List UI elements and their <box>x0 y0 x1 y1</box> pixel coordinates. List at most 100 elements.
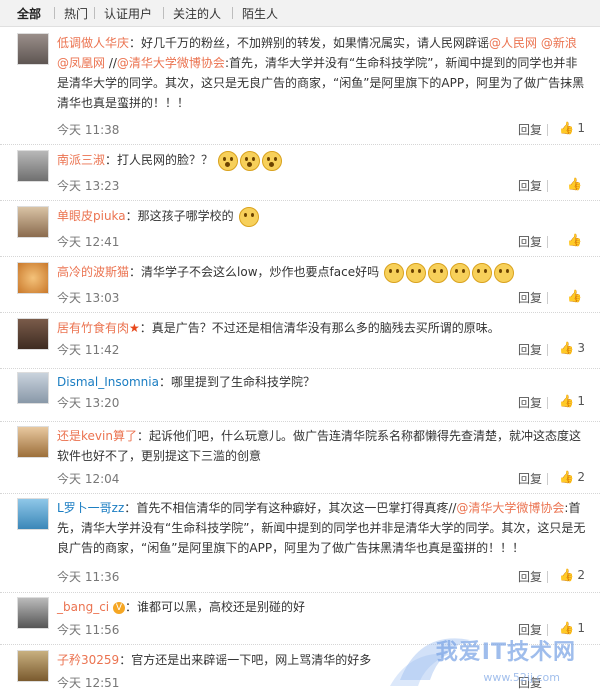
comment-username[interactable]: 单眼皮piuka <box>57 209 126 223</box>
comment-body: 低调做人华庆：好几千万的粉丝，不加辨别的转发，如果情况属实，请人民网辟谣@人民网… <box>57 36 585 110</box>
comment-item: 高冷的波斯猫：清华学子不会这么low，炒作也要点face好吗 今天 13:03 … <box>0 262 600 313</box>
avatar[interactable] <box>17 262 49 294</box>
comment-time: 今天 13:03 <box>57 291 120 305</box>
avatar[interactable] <box>17 150 49 182</box>
like-button[interactable]: 👍 1 <box>559 394 585 408</box>
thumbs-up-icon: 👍 <box>559 341 575 355</box>
like-count: 3 <box>577 341 585 355</box>
tab-strangers[interactable]: 陌生人 <box>242 5 278 22</box>
reply-button[interactable]: 回复 <box>518 470 542 487</box>
comment-time: 今天 13:20 <box>57 396 120 410</box>
like-button[interactable]: 👍 1 <box>559 121 585 135</box>
comment-text: 打人民网的脸？？ <box>117 153 214 167</box>
like-button[interactable]: 👍 2 <box>559 568 585 582</box>
smiley-icon <box>261 150 282 171</box>
smiley-icon <box>217 150 238 171</box>
reply-button[interactable]: 回复 <box>518 394 542 411</box>
smiley-icon <box>405 262 426 283</box>
comment-text: 那这孩子哪学校的 <box>137 209 234 223</box>
mention-link[interactable]: @凤凰网 <box>57 56 105 70</box>
like-count: 2 <box>577 568 585 582</box>
like-button[interactable]: 👍 <box>567 289 585 303</box>
comment-item: 居有竹食有肉★：真是广告？不过还是相信清华没有那么多的脑残去买所谓的原味。 今天… <box>0 318 600 369</box>
comment-username[interactable]: 子矜30259 <box>57 653 119 667</box>
comment-username[interactable]: _bang_ci <box>57 600 109 614</box>
comment-text: 官方还是出来辟谣一下吧，网上骂清华的好多 <box>131 653 372 667</box>
tab-following[interactable]: 关注的人 <box>173 5 221 22</box>
like-button[interactable]: 👍 <box>567 177 585 191</box>
like-count: 1 <box>577 394 585 408</box>
thumbs-up-icon: 👍 <box>559 121 575 135</box>
tab-verified[interactable]: 认证用户 <box>104 5 152 22</box>
comment-time: 今天 12:51 <box>57 676 120 690</box>
avatar[interactable] <box>17 597 49 629</box>
thumbs-up-icon: 👍 <box>567 289 582 303</box>
reply-button[interactable]: 回复 <box>518 121 542 138</box>
comment-username[interactable]: 还是kevin算了 <box>57 429 137 443</box>
comment-time: 今天 11:42 <box>57 343 120 357</box>
comment-text: 哪里提到了生命科技学院？ <box>170 375 315 389</box>
like-button[interactable]: 👍 2 <box>559 470 585 484</box>
comment-username[interactable]: Dismal_Insomnia <box>57 375 159 389</box>
comment-username[interactable]: 南派三淑 <box>57 153 105 167</box>
avatar[interactable] <box>17 33 49 65</box>
mention-link[interactable]: @新浪 <box>541 36 577 50</box>
comment-body: _bang_ci V ：谁都可以黑，高校还是别碰的好 <box>57 600 305 614</box>
watermark-url: www.52ij.com <box>483 671 560 684</box>
divider <box>547 180 548 192</box>
comment-username[interactable]: L罗卜一哥zz <box>57 501 124 515</box>
thumbs-up-icon: 👍 <box>559 394 575 408</box>
divider <box>547 571 548 583</box>
avatar[interactable] <box>17 498 49 530</box>
filter-tabs: 全部 热门 认证用户 关注的人 陌生人 <box>0 0 600 27</box>
mention-link[interactable]: @清华大学微博协会 <box>117 56 225 70</box>
divider <box>547 124 548 136</box>
smiley-icon <box>239 150 260 171</box>
comment-username[interactable]: 居有竹食有肉 <box>57 321 129 335</box>
tab-divider <box>232 7 233 19</box>
avatar[interactable] <box>17 318 49 350</box>
reply-button[interactable]: 回复 <box>518 289 542 306</box>
like-button[interactable]: 👍 3 <box>559 341 585 355</box>
reply-button[interactable]: 回复 <box>518 177 542 194</box>
like-count: 1 <box>577 121 585 135</box>
avatar[interactable] <box>17 372 49 404</box>
tab-all[interactable]: 全部 <box>17 5 41 22</box>
divider <box>547 344 548 356</box>
avatar[interactable] <box>17 426 49 458</box>
avatar[interactable] <box>17 206 49 238</box>
smiley-icon <box>427 262 448 283</box>
comment-time: 今天 11:36 <box>57 570 120 584</box>
divider <box>547 236 548 248</box>
comment-item: Dismal_Insomnia：哪里提到了生命科技学院？ 今天 13:20 回复… <box>0 372 600 422</box>
comment-text: 清华学子不会这么low，炒作也要点face好吗 <box>141 265 380 279</box>
reply-button[interactable]: 回复 <box>518 233 542 250</box>
tab-hot[interactable]: 热门 <box>64 5 88 22</box>
like-button[interactable]: 👍 <box>567 233 585 247</box>
comment-time: 今天 12:04 <box>57 472 120 486</box>
comment-username[interactable]: 低调做人华庆 <box>57 36 129 50</box>
smiley-icon <box>449 262 470 283</box>
comment-time: 今天 11:56 <box>57 623 120 637</box>
mention-link[interactable]: @清华大学微博协会 <box>456 501 564 515</box>
smiley-icon <box>238 206 259 227</box>
mention-link[interactable]: @人民网 <box>489 36 537 50</box>
comment-item: 南派三淑：打人民网的脸？？ 今天 13:23 回复 👍 <box>0 150 600 201</box>
comment-username[interactable]: 高冷的波斯猫 <box>57 265 129 279</box>
comment-time: 今天 11:38 <box>57 123 120 137</box>
divider <box>547 397 548 409</box>
comment-body: L罗卜一哥zz：首先不相信清华的同学有这种癖好，其次这一巴掌打得真疼//@清华大… <box>57 501 586 555</box>
comment-text: 好几千万的粉丝，不加辨别的转发，如果情况属实，请人民网辟谣 <box>141 36 490 50</box>
v-badge-icon: V <box>112 601 125 614</box>
comment-item: 单眼皮piuka：那这孩子哪学校的 今天 12:41 回复 👍 <box>0 206 600 257</box>
reply-button[interactable]: 回复 <box>518 341 542 358</box>
comment-item: 低调做人华庆：好几千万的粉丝，不加辨别的转发，如果情况属实，请人民网辟谣@人民网… <box>0 33 600 145</box>
smiley-icon <box>383 262 404 283</box>
comment-body: 单眼皮piuka：那这孩子哪学校的 <box>57 206 588 227</box>
comment-item: L罗卜一哥zz：首先不相信清华的同学有这种癖好，其次这一巴掌打得真疼//@清华大… <box>0 498 600 593</box>
comment-body: 还是kevin算了：起诉他们吧，什么玩意儿。做广告连清华院系名称都懒得先查清楚，… <box>57 429 581 463</box>
smiley-icon <box>493 262 514 283</box>
divider <box>547 473 548 485</box>
reply-button[interactable]: 回复 <box>518 568 542 585</box>
avatar[interactable] <box>17 650 49 682</box>
